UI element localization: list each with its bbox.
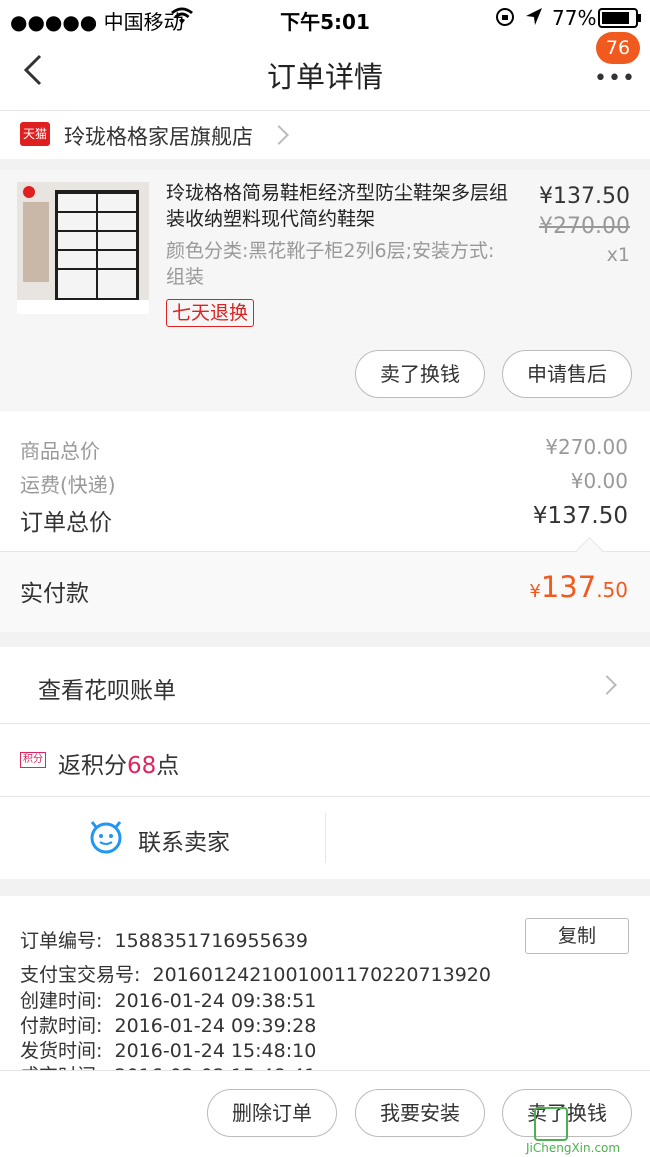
goods-total-value: ¥270.00: [545, 435, 628, 459]
shipped-time: 2016-01-24 15:48:10: [114, 1040, 317, 1062]
status-bar: ●●●●● 中国移动 下午5:01 77%: [0, 0, 650, 36]
shipped-row: 发货时间: 2016-01-24 15:48:10: [20, 1036, 316, 1063]
battery-icon: [598, 8, 642, 33]
product-card[interactable]: 玲珑格格简易鞋柜经济型防尘鞋架多层组装收纳塑料现代简约鞋架 颜色分类:黑花靴子柜…: [0, 170, 650, 410]
order-total-value: ¥137.50: [532, 503, 628, 529]
paid-time: 2016-01-24 09:39:28: [114, 1015, 317, 1037]
chevron-right-icon: [269, 125, 289, 145]
shipped-label: 发货时间:: [20, 1040, 103, 1062]
product-price: ¥137.50: [539, 184, 630, 209]
product-spec: 颜色分类:黑花靴子柜2列6层;安装方式:组装: [166, 240, 495, 288]
points-row: 积分 返积分68点: [0, 724, 650, 797]
created-label: 创建时间:: [20, 990, 103, 1012]
huabei-label: 查看花呗账单: [38, 678, 176, 704]
order-total-label: 订单总价: [20, 510, 112, 536]
request-install-button[interactable]: 我要安装: [355, 1089, 485, 1137]
product-quantity: x1: [606, 244, 630, 266]
watermark-text: JiChengXin.com: [526, 1141, 621, 1155]
original-price: ¥270.00: [539, 214, 630, 239]
delete-order-button[interactable]: 删除订单: [207, 1089, 337, 1137]
tmall-logo: 天猫: [20, 122, 50, 146]
alipay-row: 支付宝交易号: 2016012421001001170220713920: [20, 960, 491, 987]
paid-label: 实付款: [20, 581, 89, 607]
paid-time-label: 付款时间:: [20, 1015, 103, 1037]
battery-percent: 77%: [552, 6, 597, 30]
paid-time-row: 付款时间: 2016-01-24 09:39:28: [20, 1011, 316, 1038]
points-icon: 积分: [20, 752, 46, 768]
bottom-action-bar: 删除订单 我要安装 卖了换钱 JiChengXin.com: [0, 1070, 650, 1157]
created-time: 2016-01-24 09:38:51: [114, 990, 317, 1012]
goods-total-label: 商品总价: [20, 439, 100, 463]
product-title[interactable]: 玲珑格格简易鞋柜经济型防尘鞋架多层组装收纳塑料现代简约鞋架: [166, 180, 514, 232]
order-number-row: 订单编号: 1588351716955639: [20, 926, 308, 953]
shop-row[interactable]: 天猫 玲珑格格家居旗舰店: [0, 111, 650, 159]
paid-decimal: .50: [596, 578, 628, 602]
contact-row: 联系卖家: [0, 797, 650, 879]
alipay-number: 2016012421001001170220713920: [152, 964, 491, 986]
page-title: 订单详情: [266, 60, 383, 94]
sell-for-cash-button[interactable]: 卖了换钱: [355, 350, 485, 398]
divider: [325, 813, 326, 863]
paid-value: ¥137.50: [529, 570, 628, 604]
rotation-lock-icon: [494, 6, 516, 33]
after-sale-button[interactable]: 申请售后: [502, 350, 632, 398]
paid-amount-row: 实付款 ¥137.50: [0, 537, 650, 632]
location-icon: [524, 6, 544, 33]
points-value: 68: [127, 753, 157, 779]
created-row: 创建时间: 2016-01-24 09:38:51: [20, 986, 316, 1013]
copy-button[interactable]: 复制: [525, 918, 629, 954]
contact-seller-button[interactable]: 联系卖家: [138, 823, 230, 857]
notification-badge: 76: [596, 32, 640, 64]
points-text: 返积分68点: [58, 746, 179, 780]
paid-currency: ¥: [529, 581, 541, 602]
return-policy-tag: 七天退换: [166, 299, 255, 327]
shipping-label: 运费(快递): [20, 473, 116, 497]
contact-seller-icon: [88, 819, 124, 859]
shipping-value: ¥0.00: [570, 469, 628, 493]
product-image[interactable]: [17, 182, 149, 314]
chevron-right-icon: [597, 675, 617, 695]
order-info: 订单编号: 1588351716955639 复制 支付宝交易号: 201601…: [0, 896, 650, 1087]
points-prefix: 返积分: [58, 753, 127, 779]
shop-name: 玲珑格格家居旗舰店: [64, 125, 253, 149]
more-icon[interactable]: •••: [594, 66, 636, 91]
points-suffix: 点: [156, 753, 180, 779]
order-number: 1588351716955639: [114, 930, 308, 952]
watermark-logo: [534, 1107, 568, 1141]
nav-bar: 订单详情 ••• 76: [0, 32, 650, 111]
alipay-label: 支付宝交易号:: [20, 964, 141, 986]
order-number-label: 订单编号:: [20, 930, 103, 952]
paid-integer: 137: [540, 570, 597, 604]
huabei-bill-row[interactable]: 查看花呗账单: [0, 647, 650, 724]
